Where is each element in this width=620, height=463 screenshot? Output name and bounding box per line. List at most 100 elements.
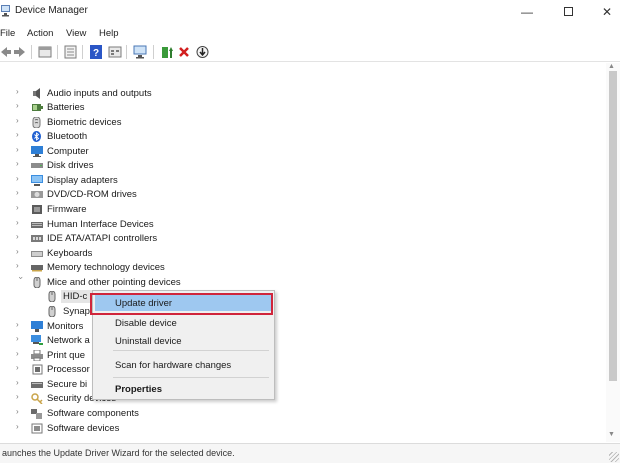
- tree-row-label: HID-c: [63, 291, 88, 302]
- tree-row[interactable]: › Monitors: [0, 320, 600, 334]
- scroll-up-icon[interactable]: ▲: [608, 63, 615, 70]
- tree-row-label: Print que: [47, 350, 86, 361]
- chevron-right-icon[interactable]: ›: [16, 145, 24, 154]
- menu-file[interactable]: File: [0, 28, 15, 39]
- tree-row[interactable]: › Computer: [0, 145, 600, 159]
- device-manager-icon: [1, 5, 10, 17]
- tree-row[interactable]: › Network a: [0, 334, 600, 348]
- scrollbar-thumb[interactable]: [609, 71, 617, 381]
- status-text: aunches the Update Driver Wizard for the…: [2, 448, 235, 458]
- tree-row[interactable]: › Processor: [0, 363, 600, 377]
- update-driver-icon[interactable]: [161, 45, 174, 59]
- toolbar-divider: [126, 45, 127, 59]
- tree-row-label: Synap: [63, 306, 90, 317]
- chevron-right-icon[interactable]: ›: [16, 203, 24, 212]
- tree-row[interactable]: › Mice and other pointing devices: [0, 276, 600, 290]
- chevron-right-icon[interactable]: ›: [16, 392, 24, 401]
- tree-row-label: Human Interface Devices: [47, 219, 154, 230]
- chevron-right-icon[interactable]: ›: [16, 261, 24, 270]
- tree-row[interactable]: › Print que: [0, 349, 600, 363]
- chevron-right-icon[interactable]: ›: [16, 130, 24, 139]
- fingerprint-icon: [32, 117, 41, 128]
- back-arrow-icon[interactable]: [0, 45, 11, 59]
- chevron-right-icon[interactable]: ›: [16, 378, 24, 387]
- properties-item[interactable]: Properties: [115, 384, 162, 395]
- properties-icon[interactable]: [38, 45, 52, 59]
- tree-row[interactable]: › DVD/CD-ROM drives: [0, 188, 600, 202]
- tree-row[interactable]: › Audio inputs and outputs: [0, 87, 600, 101]
- tree-row[interactable]: › Security devices: [0, 392, 600, 406]
- chevron-right-icon[interactable]: ›: [16, 87, 24, 96]
- tree-row-label: Firmware: [47, 204, 87, 215]
- uninstall-device-item[interactable]: Uninstall device: [115, 336, 182, 347]
- tree-row[interactable]: › Bluetooth: [0, 130, 600, 144]
- tree-row[interactable]: › Disk drives: [0, 159, 600, 173]
- tree-row-label: Mice and other pointing devices: [47, 277, 181, 288]
- scroll-down-icon[interactable]: ▼: [608, 431, 615, 438]
- close-button[interactable]: ✕: [593, 3, 620, 21]
- chevron-right-icon[interactable]: ›: [16, 407, 24, 416]
- chevron-right-icon[interactable]: ›: [16, 232, 24, 241]
- chevron-down-icon[interactable]: ›: [17, 277, 26, 285]
- chevron-right-icon[interactable]: ›: [16, 116, 24, 125]
- resources-view-icon[interactable]: [108, 45, 122, 59]
- menu-action[interactable]: Action: [27, 28, 53, 39]
- chevron-right-icon[interactable]: ›: [16, 349, 24, 358]
- uninstall-icon[interactable]: [178, 45, 190, 59]
- chevron-right-icon[interactable]: ›: [16, 101, 24, 110]
- tree-row[interactable]: › Software devices: [0, 422, 600, 436]
- forward-arrow-icon[interactable]: [13, 45, 26, 59]
- chevron-right-icon[interactable]: ›: [16, 422, 24, 431]
- secure-boot-icon: [31, 382, 43, 388]
- tree-row-label: Secure bi: [47, 379, 88, 390]
- device-view-icon[interactable]: [64, 45, 77, 59]
- mouse-icon: [48, 306, 56, 317]
- chevron-right-icon[interactable]: ›: [16, 247, 24, 256]
- menu-separator: [113, 350, 269, 351]
- tree-row[interactable]: › Batteries: [0, 101, 600, 115]
- menu-help[interactable]: Help: [99, 28, 119, 39]
- mouse-icon: [48, 291, 56, 302]
- chevron-right-icon[interactable]: ›: [16, 174, 24, 183]
- close-icon: ✕: [601, 5, 613, 19]
- chevron-right-icon[interactable]: ›: [16, 363, 24, 372]
- hid-icon: [31, 222, 43, 228]
- tree-row[interactable]: › Secure bi: [0, 378, 600, 392]
- vertical-scrollbar[interactable]: ▲ ▼: [606, 63, 620, 442]
- chevron-right-icon[interactable]: ›: [16, 334, 24, 343]
- tree-row-label: Biometric devices: [47, 117, 122, 128]
- software-device-icon: [31, 423, 43, 434]
- tree-row[interactable]: › Display adapters: [0, 174, 600, 188]
- disable-device-item[interactable]: Disable device: [115, 318, 177, 329]
- update-driver-item[interactable]: Update driver: [115, 298, 172, 309]
- tree-row-label: Software devices: [47, 423, 120, 434]
- chevron-right-icon[interactable]: ›: [16, 218, 24, 227]
- printer-icon: [31, 350, 43, 361]
- chevron-right-icon[interactable]: ›: [16, 159, 24, 168]
- tree-row[interactable]: › Human Interface Devices: [0, 218, 600, 232]
- menu-view[interactable]: View: [66, 28, 86, 39]
- tree-row[interactable]: › Biometric devices: [0, 116, 600, 130]
- menu-bar: File Action View Help: [0, 26, 620, 41]
- processor-icon: [32, 364, 43, 375]
- chevron-right-icon[interactable]: ›: [16, 188, 24, 197]
- tree-row[interactable]: › IDE ATA/ATAPI controllers: [0, 232, 600, 246]
- scan-hardware-item[interactable]: Scan for hardware changes: [115, 360, 231, 371]
- toolbar-divider: [31, 45, 32, 59]
- tree-row-label: Disk drives: [47, 160, 94, 171]
- tree-row[interactable]: › Firmware: [0, 203, 600, 217]
- svg-text:?: ?: [93, 48, 99, 59]
- tree-row[interactable]: › Keyboards: [0, 247, 600, 261]
- device-tree[interactable]: › Audio inputs and outputs › Batteries ›…: [0, 63, 606, 442]
- window-title: Device Manager: [15, 5, 88, 16]
- tree-row[interactable]: › Software components: [0, 407, 600, 421]
- minimize-icon: —: [521, 5, 533, 19]
- chevron-right-icon[interactable]: ›: [16, 320, 24, 329]
- maximize-button[interactable]: [554, 3, 582, 21]
- download-icon[interactable]: [196, 45, 209, 59]
- help-icon[interactable]: ?: [90, 45, 102, 59]
- resize-grip-icon[interactable]: [609, 452, 619, 462]
- minimize-button[interactable]: —: [513, 3, 541, 21]
- tree-row[interactable]: › Memory technology devices: [0, 261, 600, 275]
- scan-hardware-icon[interactable]: [133, 45, 148, 59]
